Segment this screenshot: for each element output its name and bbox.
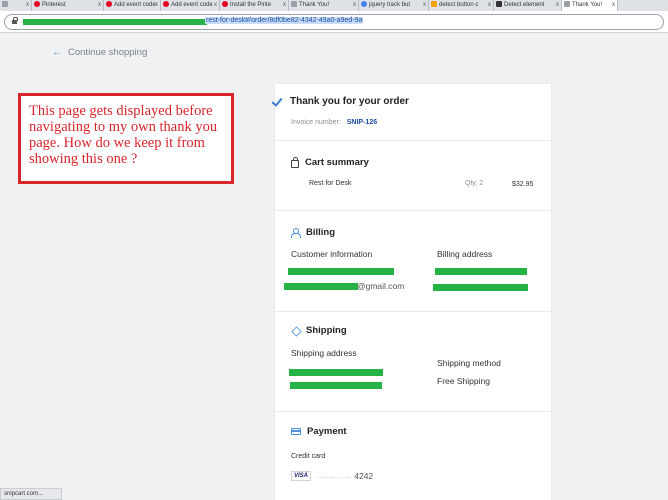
billing-address-label: Billing address: [437, 249, 493, 259]
browser-tab[interactable]: Add event code x: [161, 0, 220, 11]
close-icon[interactable]: x: [353, 0, 356, 11]
payment-section: Payment Credit card VISA .... .... .... …: [275, 412, 551, 500]
close-icon[interactable]: x: [98, 0, 101, 11]
redacted-billing-address-1: [435, 268, 527, 275]
browser-tab[interactable]: Pinterest x: [32, 0, 104, 11]
close-icon[interactable]: x: [488, 0, 491, 11]
continue-shopping-label: Continue shopping: [68, 47, 148, 58]
check-icon: [271, 96, 282, 107]
shipping-section: Shipping Shipping address Shipping metho…: [275, 312, 551, 412]
redacted-billing-address-2: [433, 284, 528, 291]
card-line: VISA .... .... .... 4242: [291, 471, 373, 481]
package-icon: [291, 326, 300, 335]
page-icon: [2, 1, 8, 7]
google-icon: [361, 1, 367, 7]
browser-tab[interactable]: Thank You! x: [289, 0, 359, 11]
order-title: Thank you for your order: [271, 96, 409, 107]
customer-info-label: Customer information: [291, 249, 373, 259]
card-last4: 4242: [354, 471, 374, 481]
annotation-text: This page gets displayed before navigati…: [29, 103, 218, 167]
billing-title: Billing: [291, 227, 335, 238]
card-mask: .... .... ....: [317, 472, 352, 480]
arrow-left-icon: ←: [52, 47, 62, 58]
lock-icon: [12, 17, 18, 25]
shipping-title: Shipping: [291, 325, 347, 336]
pinterest-icon: [106, 1, 112, 7]
shipping-method-value: Free Shipping: [437, 376, 490, 386]
close-icon[interactable]: x: [423, 0, 426, 11]
browser-tab[interactable]: Install the Pinte x: [220, 0, 289, 11]
browser-tab[interactable]: Detect element x: [494, 0, 562, 11]
browser-tab[interactable]: x: [0, 0, 32, 11]
close-icon[interactable]: x: [26, 0, 29, 11]
shipping-method-label: Shipping method: [437, 358, 501, 368]
order-header: Thank you for your order Invoice number:…: [275, 84, 551, 141]
visa-icon: VISA: [291, 471, 312, 481]
redacted-shipping-address-2: [290, 382, 382, 389]
redacted-shipping-address-1: [289, 369, 383, 376]
page-icon: [291, 1, 297, 7]
cart-summary-section: Cart summary Rest for Desk Qty. 2 $32.95: [275, 141, 551, 211]
credit-card-icon: [291, 428, 301, 435]
tab-strip: x Pinterest x Add event code x Add event c…: [0, 0, 668, 11]
item-price: $32.95: [512, 181, 534, 188]
invoice-line: Invoice number: SNIP-126: [291, 119, 377, 126]
close-icon[interactable]: x: [283, 0, 286, 11]
annotation-box: This page gets displayed before navigati…: [18, 93, 234, 184]
payment-title: Payment: [291, 426, 347, 437]
close-icon[interactable]: x: [556, 0, 559, 11]
item-name: Rest for Desk: [309, 180, 352, 187]
redacted-customer-name: [288, 268, 394, 275]
browser-tab[interactable]: jquery track but x: [359, 0, 429, 11]
browser-tab-active[interactable]: Thank You! x: [562, 0, 618, 11]
browser-tab[interactable]: detect button cx: [429, 0, 494, 11]
close-icon[interactable]: x: [612, 0, 615, 11]
pinterest-icon: [222, 1, 228, 7]
page-icon: [431, 1, 437, 7]
redacted-url: [23, 19, 207, 25]
item-qty: Qty. 2: [465, 180, 484, 187]
url-field[interactable]: rest-for-desk#/order/8df0be82-4342-49a0-…: [4, 14, 664, 30]
billing-section: Billing Customer information Billing add…: [275, 211, 551, 312]
shopping-bag-icon: [291, 156, 299, 168]
user-icon: [291, 228, 301, 238]
continue-shopping-link[interactable]: ← Continue shopping: [52, 47, 147, 58]
cart-summary-title: Cart summary: [291, 156, 369, 168]
pinterest-icon: [163, 1, 169, 7]
invoice-number: SNIP-126: [346, 119, 378, 126]
page-icon: [496, 1, 502, 7]
redacted-customer-email: [284, 283, 358, 290]
status-bar: snipcart.com...: [0, 488, 62, 500]
pinterest-icon: [34, 1, 40, 7]
address-bar: rest-for-desk#/order/8df0be82-4342-49a0-…: [0, 11, 668, 33]
page-icon: [564, 1, 570, 7]
close-icon[interactable]: x: [214, 0, 217, 11]
shipping-address-label: Shipping address: [291, 348, 357, 358]
url-text[interactable]: rest-for-desk#/order/8df0be82-4342-49a0-…: [205, 17, 364, 24]
order-summary-card: Thank you for your order Invoice number:…: [275, 84, 551, 500]
browser-tab[interactable]: Add event code x: [104, 0, 161, 11]
invoice-label: Invoice number:: [291, 119, 341, 126]
payment-method-label: Credit card: [291, 453, 326, 460]
customer-email-suffix: @gmail.com: [357, 281, 405, 291]
close-icon[interactable]: x: [155, 0, 158, 11]
